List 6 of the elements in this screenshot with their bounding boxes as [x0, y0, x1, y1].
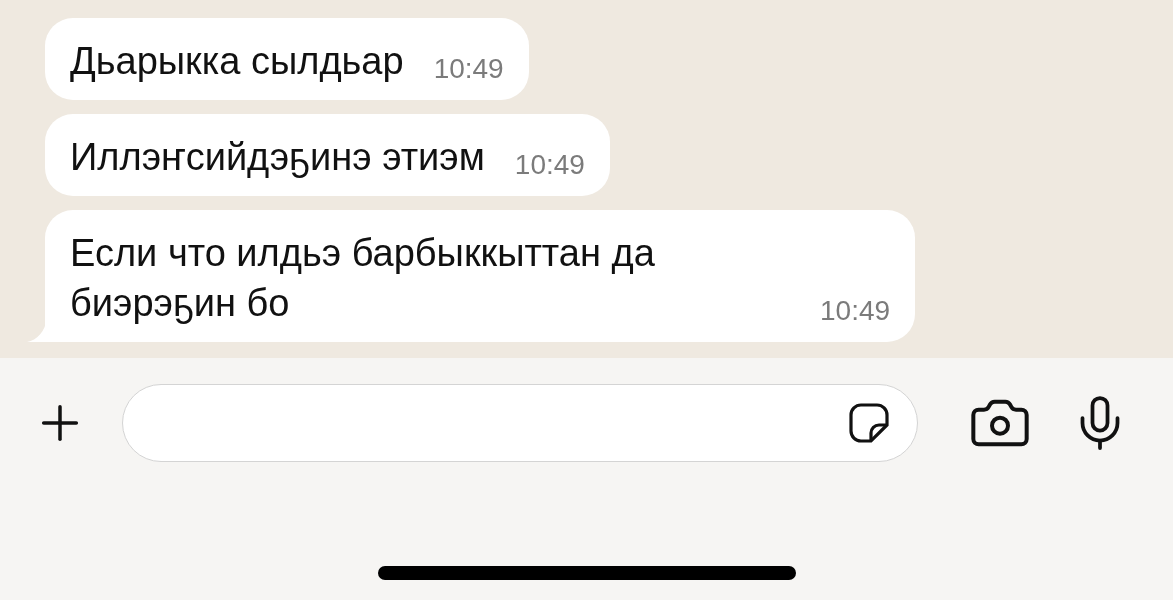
message-text: Если что илдьэ барбыккыттан да биэрэҕин бо [70, 231, 656, 326]
message-time: 10:49 [514, 148, 585, 182]
message-text: Дьарыкка сылдьар [70, 39, 404, 84]
message-text: Иллэҥсийдэҕинэ этиэм [70, 135, 485, 180]
message-time: 10:49 [433, 52, 504, 86]
message-time: 10:49 [820, 294, 891, 328]
